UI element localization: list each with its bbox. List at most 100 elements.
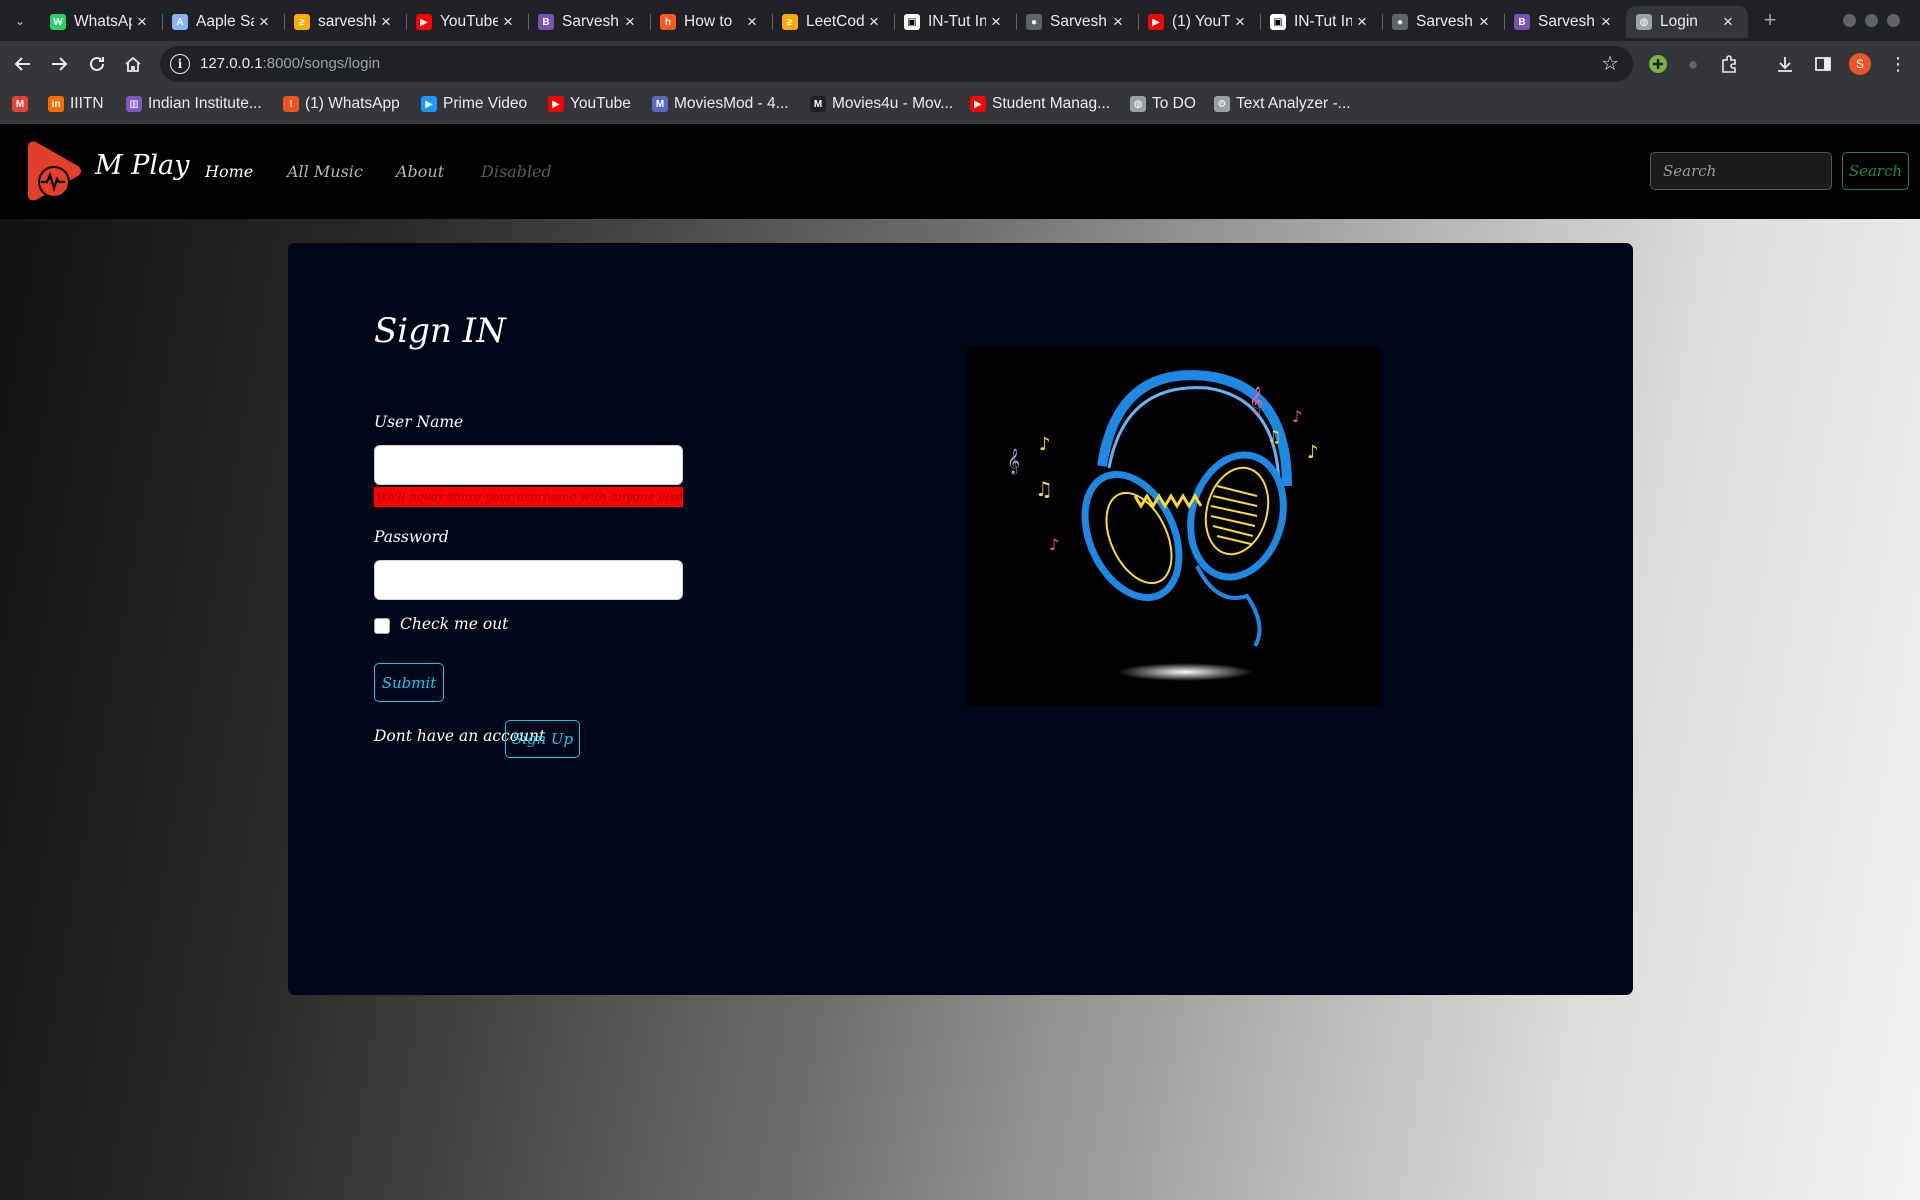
bookmark-star-icon[interactable]: ☆	[1601, 51, 1619, 76]
tab-close-icon[interactable]: ×	[620, 12, 640, 32]
svg-text:𝄞: 𝄞	[1249, 386, 1263, 415]
bookmark-label: Movies4u - Mov...	[832, 95, 954, 112]
side-panel-icon[interactable]	[1811, 52, 1835, 76]
window-close-button[interactable]	[1887, 14, 1900, 27]
tab-close-icon[interactable]: ×	[1474, 12, 1494, 32]
search-input[interactable]	[1650, 152, 1832, 190]
bookmark-item[interactable]: ▥ Indian Institute...	[126, 87, 262, 121]
submit-button[interactable]: Submit	[374, 663, 444, 702]
nav-all-music-link[interactable]: All Music	[287, 162, 363, 181]
address-url[interactable]: 127.0.0.1:8000/songs/login	[200, 55, 380, 72]
bookmark-item[interactable]: M Movies4u - Mov...	[810, 87, 953, 121]
browser-tab[interactable]: B Sarvesh ×	[528, 6, 650, 38]
site-info-icon[interactable]: i	[170, 54, 190, 74]
youtube-icon: ▶	[1148, 14, 1164, 30]
tab-close-icon[interactable]: ×	[132, 12, 152, 32]
tab-close-icon[interactable]: ×	[742, 12, 762, 32]
browser-tab[interactable]: B Sarvesh ×	[1504, 6, 1626, 38]
svg-text:♪: ♪	[1049, 535, 1059, 554]
reload-button[interactable]	[82, 49, 112, 79]
tab-close-icon[interactable]: ×	[1596, 12, 1616, 32]
new-tab-button[interactable]: +	[1758, 7, 1782, 32]
page-background: M Play Home All Music About Disabled Sea…	[0, 124, 1920, 1200]
extensions-puzzle-icon[interactable]	[1717, 52, 1741, 76]
nav-about-link[interactable]: About	[396, 162, 444, 181]
youtube-icon: ▶	[416, 14, 432, 30]
checkbox-label[interactable]: Check me out	[400, 615, 508, 633]
bookmark-item[interactable]: ▶ YouTube	[548, 87, 631, 121]
tab-close-icon[interactable]: ×	[1108, 12, 1128, 32]
tab-title: sarveshkumar	[318, 13, 376, 30]
browser-tab[interactable]: ≥ LeetCode×	[772, 6, 894, 38]
institute-icon: ▥	[126, 96, 142, 112]
login-card: Sign IN User Name We'll never share your…	[288, 243, 1633, 995]
bookmark-label: Indian Institute...	[148, 95, 262, 112]
browser-tab[interactable]: ◍ Login ×	[1626, 6, 1748, 38]
forward-button[interactable]	[44, 49, 74, 79]
browser-tab[interactable]: ● Sarvesh ×	[1382, 6, 1504, 38]
bookmark-item[interactable]: M MoviesMod - 4...	[652, 87, 789, 121]
browser-tab[interactable]: W WhatsApp×	[40, 6, 162, 38]
whatsapp-icon: !	[283, 96, 299, 112]
browser-tab[interactable]: A Aaple Sarkar×	[162, 6, 284, 38]
check-me-out-checkbox[interactable]	[374, 618, 390, 634]
mplay-logo-icon[interactable]	[20, 138, 86, 204]
address-bar[interactable]: i 127.0.0.1:8000/songs/login ☆	[160, 46, 1633, 82]
intut-icon: ▣	[904, 14, 920, 30]
tab-close-icon[interactable]: ×	[1718, 12, 1738, 32]
tab-close-icon[interactable]: ×	[986, 12, 1006, 32]
tab-title: Login	[1660, 13, 1698, 30]
username-field[interactable]	[374, 445, 683, 485]
password-field[interactable]	[374, 560, 683, 600]
tab-title: IN-Tut Intern	[1294, 13, 1352, 30]
search-button[interactable]: Search	[1842, 152, 1909, 190]
bookmark-item[interactable]: ! (1) WhatsApp	[283, 87, 400, 121]
bookmark-item[interactable]: ⚙ Text Analyzer -...	[1214, 87, 1351, 121]
back-button[interactable]	[8, 49, 38, 79]
browser-toolbar: i 127.0.0.1:8000/songs/login ☆ ● S ⋮	[0, 41, 1920, 87]
tab-close-icon[interactable]: ×	[498, 12, 518, 32]
tab-title: Sarvesh	[1416, 13, 1473, 30]
bookmark-item[interactable]: ▶ Student Manag...	[970, 87, 1110, 121]
home-button[interactable]	[118, 49, 148, 79]
svg-text:♪: ♪	[1292, 407, 1302, 426]
nav-home-link[interactable]: Home	[205, 162, 253, 181]
bookmark-label: Text Analyzer -...	[1236, 95, 1351, 112]
iiitn-icon: in	[48, 96, 64, 112]
bookmark-item[interactable]: in IIITN	[48, 87, 104, 121]
browser-tab[interactable]: ▣ IN-Tut Intern×	[1260, 6, 1382, 38]
bookmark-item[interactable]: M	[12, 87, 34, 121]
download-icon[interactable]	[1773, 52, 1797, 76]
browser-tab[interactable]: h How to ×	[650, 6, 772, 38]
gear-icon: ⚙	[1214, 96, 1230, 112]
bookmark-label: Prime Video	[443, 95, 528, 112]
tab-title: IN-Tut Intern	[928, 13, 986, 30]
gmail-icon: M	[12, 96, 28, 112]
tab-close-icon[interactable]: ×	[864, 12, 884, 32]
browser-tab[interactable]: ● Sarvesh ×	[1016, 6, 1138, 38]
bootstrap-icon: B	[1514, 14, 1530, 30]
arrow-right-icon	[52, 57, 68, 71]
bookmark-item[interactable]: ◍ To DO	[1130, 87, 1196, 121]
browser-tab[interactable]: ▣ IN-Tut Intern×	[894, 6, 1016, 38]
browser-tab[interactable]: ▶ (1) YouTube×	[1138, 6, 1260, 38]
profile-avatar[interactable]: S	[1848, 52, 1872, 76]
arrow-left-icon	[14, 57, 30, 71]
tab-search-chevron-icon[interactable]: ⌄	[8, 9, 32, 33]
extension-apple-icon[interactable]: ●	[1681, 52, 1705, 76]
extension-plus-icon[interactable]	[1646, 52, 1670, 76]
tab-list: WWhatsApp×AAaple Sarkar×≥sarveshkumar×▶Y…	[40, 6, 1748, 38]
browser-tab[interactable]: ≥ sarveshkumar×	[284, 6, 406, 38]
brand-name[interactable]: M Play	[95, 150, 189, 181]
tab-close-icon[interactable]: ×	[376, 12, 396, 32]
sign-up-button[interactable]: Sign Up	[505, 720, 580, 758]
window-maximize-button[interactable]	[1865, 14, 1878, 27]
bookmark-item[interactable]: ▶ Prime Video	[421, 87, 527, 121]
menu-kebab-icon[interactable]: ⋮	[1886, 52, 1910, 76]
tab-close-icon[interactable]: ×	[1230, 12, 1250, 32]
tab-close-icon[interactable]: ×	[1352, 12, 1372, 32]
password-label: Password	[374, 528, 449, 546]
browser-tab[interactable]: ▶ YouTube ×	[406, 6, 528, 38]
window-minimize-button[interactable]	[1843, 14, 1856, 27]
tab-close-icon[interactable]: ×	[254, 12, 274, 32]
